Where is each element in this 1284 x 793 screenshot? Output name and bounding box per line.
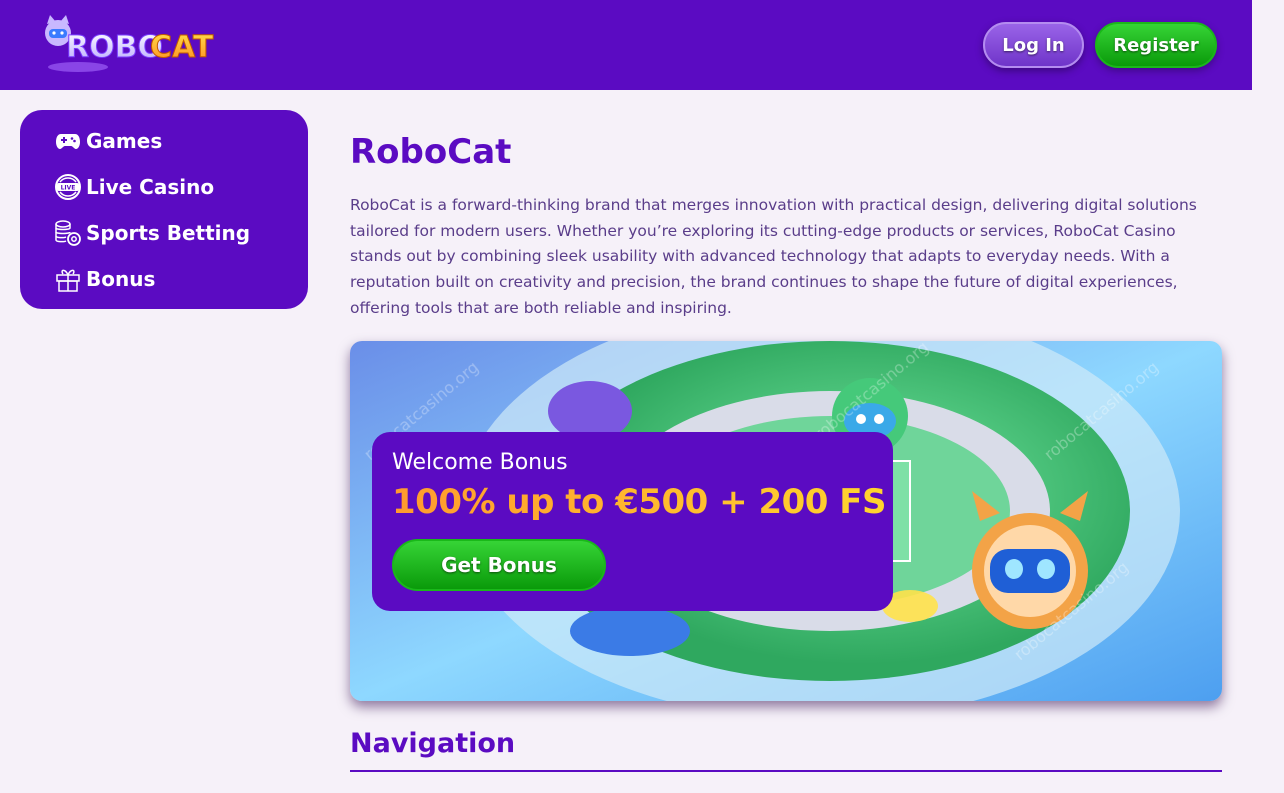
sidebar-item-label: Bonus	[86, 267, 156, 291]
sidebar-menu: Games LIVE Live Casino Sports Betting Bo…	[20, 110, 308, 309]
login-button[interactable]: Log In	[983, 22, 1084, 68]
page-title: RoboCat	[350, 132, 512, 172]
sidebar-item-label: Live Casino	[86, 175, 215, 199]
gift-icon	[54, 265, 82, 293]
svg-text:ROBO: ROBO	[66, 30, 163, 65]
navigation-heading: Navigation	[350, 728, 516, 759]
welcome-bonus-banner[interactable]: robocatcasino.org robocatcasino.org robo…	[350, 341, 1222, 701]
register-button[interactable]: Register	[1095, 22, 1217, 68]
robocat-logo[interactable]: ROBO CAT	[38, 15, 228, 75]
navigation-divider	[350, 770, 1222, 772]
svg-text:CAT: CAT	[150, 30, 214, 65]
coins-gear-icon	[54, 219, 82, 247]
site-header: ROBO CAT Log In Register	[0, 0, 1252, 90]
sidebar-item-live-casino[interactable]: LIVE Live Casino	[54, 171, 294, 203]
sidebar-item-sports-betting[interactable]: Sports Betting	[54, 217, 294, 249]
svg-text:LIVE: LIVE	[61, 185, 76, 192]
promo-box: Welcome Bonus 100% up to €500 + 200 FS G…	[372, 432, 893, 611]
sidebar-item-label: Games	[86, 129, 163, 153]
sidebar-item-label: Sports Betting	[86, 221, 251, 245]
promo-subtitle: Welcome Bonus	[392, 450, 568, 475]
gamepad-icon	[54, 127, 82, 155]
sidebar-item-bonus[interactable]: Bonus	[54, 263, 294, 295]
promo-offer: 100% up to €500 + 200 FS	[392, 482, 887, 522]
live-icon: LIVE	[54, 173, 82, 201]
get-bonus-button[interactable]: Get Bonus	[392, 539, 606, 591]
sidebar-item-games[interactable]: Games	[54, 125, 294, 157]
page-description: RoboCat is a forward-thinking brand that…	[350, 196, 1197, 317]
